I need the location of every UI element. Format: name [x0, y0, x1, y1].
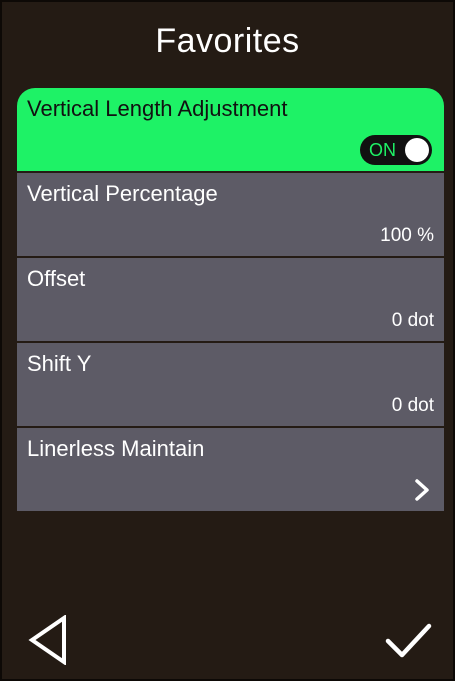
- on-off-toggle[interactable]: ON: [360, 135, 432, 165]
- list-item-vertical-length-adjustment[interactable]: Vertical Length Adjustment ON: [17, 88, 444, 171]
- chevron-right-icon: [415, 479, 429, 501]
- item-value: 100 %: [380, 225, 434, 246]
- item-label: Shift Y: [27, 351, 92, 376]
- back-triangle-icon[interactable]: [24, 615, 74, 665]
- screen: Favorites Vertical Length Adjustment ON …: [0, 0, 455, 681]
- page-title: Favorites: [155, 22, 300, 60]
- list-item-linerless-maintain[interactable]: Linerless Maintain: [17, 428, 444, 511]
- list-item-vertical-percentage[interactable]: Vertical Percentage 100 %: [17, 173, 444, 256]
- item-label: Linerless Maintain: [27, 436, 205, 461]
- toggle-knob: [405, 138, 429, 162]
- item-value: 0 dot: [391, 310, 434, 331]
- item-label: Offset: [27, 266, 86, 291]
- item-label: Vertical Length Adjustment: [27, 96, 288, 121]
- checkmark-icon[interactable]: [383, 615, 433, 665]
- toggle-state-text: ON: [369, 140, 396, 160]
- item-label: Vertical Percentage: [27, 181, 218, 206]
- list-item-offset[interactable]: Offset 0 dot: [17, 258, 444, 341]
- item-value: 0 dot: [391, 395, 434, 416]
- favorites-list: Vertical Length Adjustment ON Vertical P…: [17, 88, 444, 513]
- list-item-shift-y[interactable]: Shift Y 0 dot: [17, 343, 444, 426]
